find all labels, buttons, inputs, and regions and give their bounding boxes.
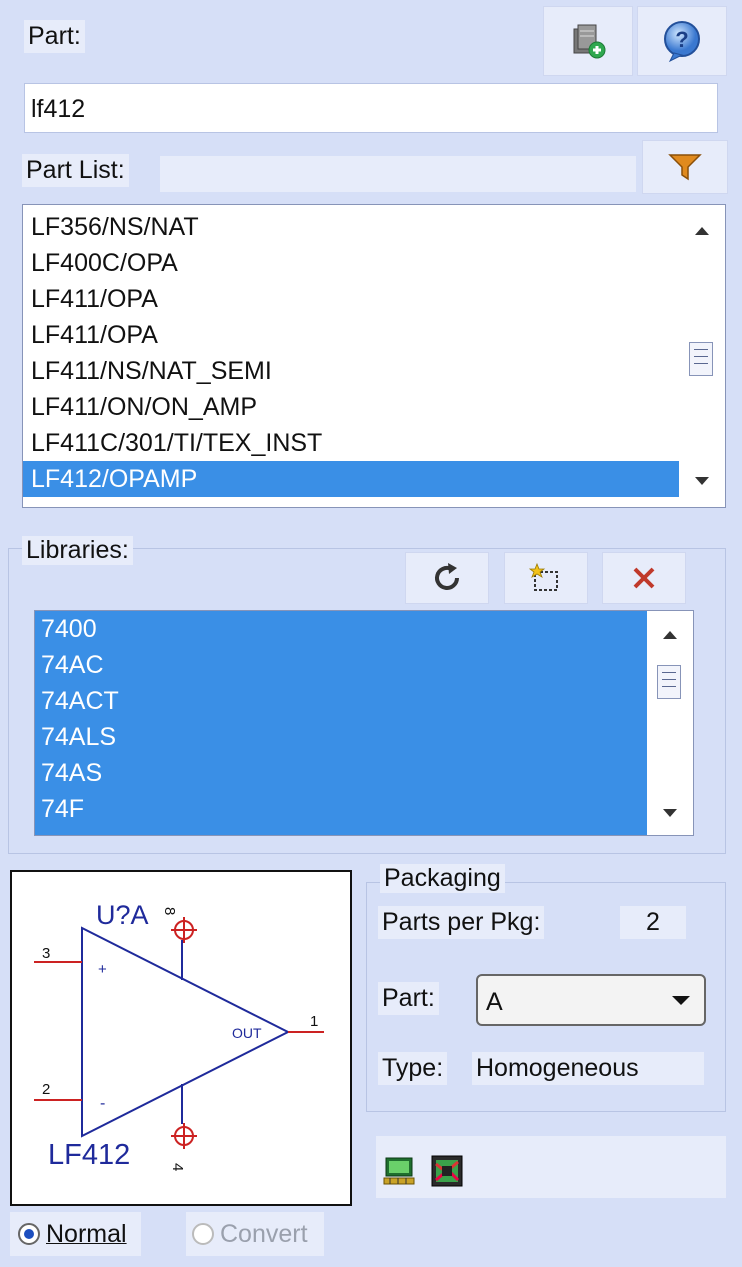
part-list-item[interactable]: LF412/OPAMP [23, 461, 679, 497]
part-list-filter-field[interactable] [160, 156, 636, 192]
library-item[interactable]: 74ALS [35, 719, 647, 755]
type-value: Homogeneous [472, 1052, 704, 1085]
convert-label: Convert [220, 1219, 308, 1248]
pin-1-number: 1 [310, 1013, 318, 1030]
part-list-label: Part List: [22, 154, 129, 187]
plus-input-label: + [98, 961, 107, 978]
scroll-up-icon[interactable] [695, 227, 709, 235]
part-preview: U?A LF412 3 2 1 8 4 + - OUT [10, 870, 352, 1206]
part-list-item[interactable]: LF411/ON/ON_AMP [23, 389, 679, 425]
pin-4-number: 4 [169, 1163, 186, 1171]
convert-radio[interactable] [192, 1223, 214, 1245]
pin-8-number: 8 [161, 907, 178, 915]
add-part-icon [573, 24, 606, 59]
power-pin-8-marker [171, 917, 197, 943]
scroll-thumb[interactable] [657, 665, 681, 699]
value-label: LF412 [48, 1139, 130, 1171]
parts-per-pkg-value: 2 [620, 906, 686, 939]
part-dropdown[interactable]: A [476, 974, 706, 1026]
part-list-item-partial [23, 497, 679, 507]
svg-text:?: ? [675, 27, 688, 52]
type-label: Type: [378, 1052, 448, 1085]
pcb-footprint-icon [431, 1155, 463, 1187]
refresh-icon [435, 563, 459, 590]
part-dropdown-value: A [486, 988, 503, 1016]
minus-input-label: - [100, 1095, 105, 1112]
scroll-up-icon[interactable] [663, 631, 677, 639]
part-label: Part: [24, 20, 85, 53]
libraries-scrollbar[interactable] [647, 611, 693, 835]
part-list-item[interactable]: LF411/NS/NAT_SEMI [23, 353, 679, 389]
power-pin-4-marker [171, 1123, 197, 1149]
normal-label: Normal [46, 1219, 127, 1248]
add-library-button[interactable] [504, 552, 588, 604]
help-button[interactable]: ? [637, 6, 727, 76]
delete-icon [633, 567, 655, 589]
library-item[interactable]: 74AS [35, 755, 647, 791]
refdes-label: U?A [96, 900, 149, 930]
library-item[interactable]: 74ACT [35, 683, 647, 719]
normal-radio[interactable] [18, 1223, 40, 1245]
library-item[interactable]: 74AC [35, 647, 647, 683]
preview-toolbar [376, 1136, 726, 1198]
remove-library-button[interactable] [602, 552, 686, 604]
part-list-scrollbar[interactable] [679, 205, 725, 507]
show-footprint-button[interactable] [430, 1154, 464, 1188]
filter-icon [668, 154, 702, 181]
filter-button[interactable] [642, 140, 728, 194]
part-list-item[interactable]: LF411/OPA [23, 281, 679, 317]
part-list[interactable]: LF356/NS/NAT LF400C/OPA LF411/OPA LF411/OPA… [22, 204, 726, 508]
chevron-down-icon [672, 996, 690, 1005]
libraries-list[interactable]: 7400 74AC 74ACT 74ALS 74AS 74F [34, 610, 694, 836]
scroll-thumb[interactable] [689, 342, 713, 376]
libraries-label: Libraries: [22, 536, 133, 565]
new-library-icon [529, 562, 558, 591]
pin-2-number: 2 [42, 1081, 50, 1098]
library-item[interactable]: 74F [35, 791, 647, 827]
part-list-item[interactable]: LF411C/301/TI/TEX_INST [23, 425, 679, 461]
part-list-item[interactable]: LF400C/OPA [23, 245, 679, 281]
add-part-button[interactable] [543, 6, 633, 76]
scroll-down-icon[interactable] [663, 809, 677, 817]
help-icon: ? [664, 21, 700, 63]
part-list-item[interactable]: LF356/NS/NAT [23, 209, 679, 245]
library-item[interactable]: 7400 [35, 611, 647, 647]
out-label: OUT [232, 1025, 262, 1041]
part-list-item[interactable]: LF411/OPA [23, 317, 679, 353]
pin-3-number: 3 [42, 945, 50, 962]
part-select-label: Part: [378, 982, 439, 1015]
normal-option[interactable]: Normal [10, 1212, 141, 1256]
scroll-down-icon[interactable] [695, 477, 709, 485]
part-input[interactable]: lf412 [24, 83, 718, 133]
convert-option[interactable]: Convert [186, 1212, 324, 1256]
parts-per-pkg-label: Parts per Pkg: [378, 906, 545, 939]
schematic-view-icon [383, 1157, 415, 1185]
packaging-title: Packaging [380, 864, 505, 893]
opamp-symbol: U?A LF412 3 2 1 8 4 + - OUT [34, 900, 324, 1171]
show-in-schematic-button[interactable] [382, 1154, 416, 1188]
part-input-value: lf412 [31, 95, 86, 123]
refresh-libraries-button[interactable] [405, 552, 489, 604]
